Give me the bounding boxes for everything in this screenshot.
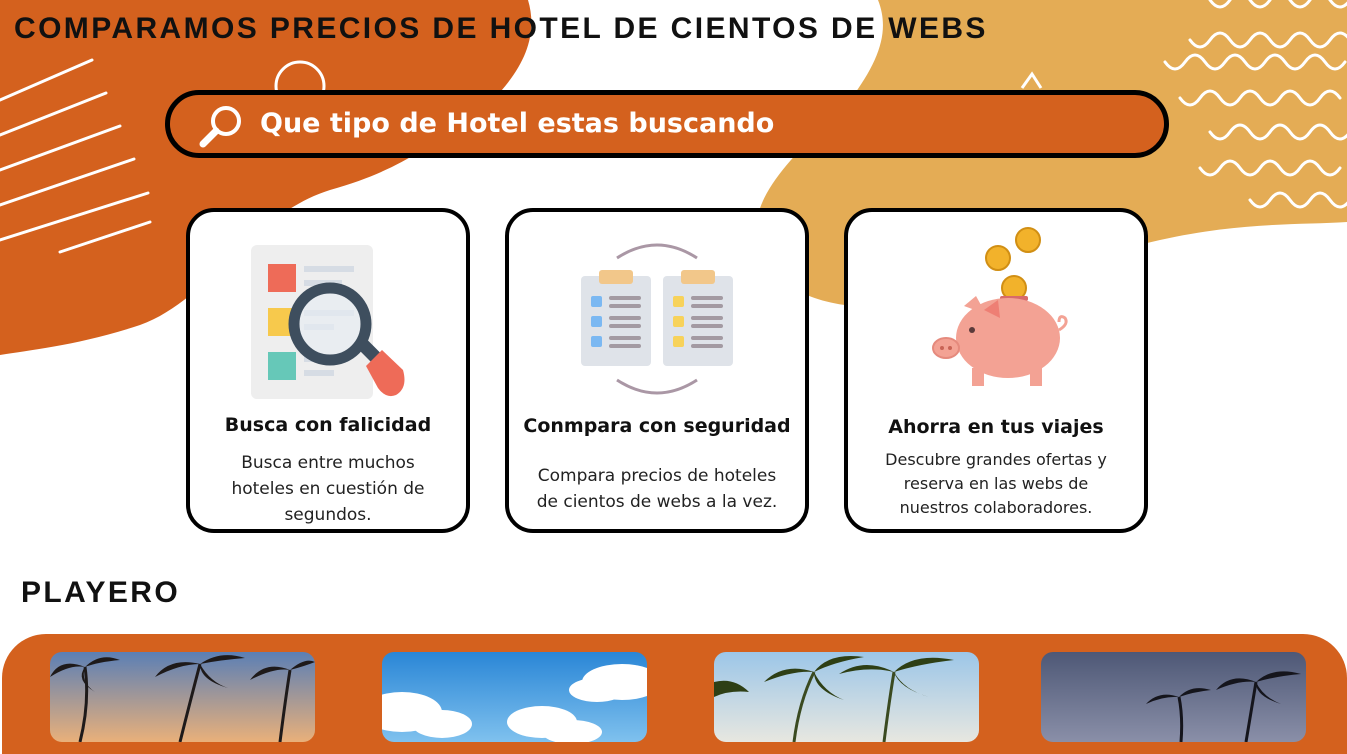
feature-description: Descubre grandes ofertas y reserva en la…: [885, 450, 1107, 517]
hotel-thumbnail[interactable]: [382, 652, 647, 742]
document-search-icon: [251, 245, 405, 399]
hotel-thumbnail[interactable]: [50, 652, 315, 742]
palm-trees-dusk-photo: [1041, 652, 1306, 742]
page-headline: COMPARAMOS PRECIOS DE HOTEL DE CIENTOS D…: [14, 12, 988, 45]
feature-description: Busca entre muchos hoteles en cuestión d…: [231, 453, 425, 525]
palm-trees-sunset-photo: [50, 652, 315, 742]
blue-sky-clouds-photo: [382, 652, 647, 742]
palm-trees-blue-sky-photo: [714, 652, 979, 742]
feature-description: Compara precios de hoteles de cientos de…: [536, 466, 778, 512]
search-placeholder: Que tipo de Hotel estas buscando: [260, 108, 775, 139]
feature-title: Busca con falicidad: [224, 414, 432, 436]
feature-title: Ahorra en tus viajes: [888, 416, 1104, 438]
feature-card-search: Busca con falicidad Busca entre muchos h…: [186, 208, 470, 533]
hotel-thumbnail[interactable]: [714, 652, 979, 742]
hotel-thumbnail[interactable]: [1041, 652, 1306, 742]
feature-title: Conmpara con seguridad: [523, 415, 791, 437]
piggy-bank-icon: [932, 227, 1068, 386]
coin-icon: [985, 227, 1041, 301]
search-bar[interactable]: Que tipo de Hotel estas buscando: [165, 90, 1169, 158]
section-title: PLAYERO: [21, 576, 181, 609]
clipboards-compare-icon: [581, 243, 733, 395]
feature-card-compare: Conmpara con seguridad Compara precios d…: [505, 208, 809, 533]
search-icon: [199, 106, 241, 148]
feature-card-savings: Ahorra en tus viajes Descubre grandes of…: [844, 208, 1148, 533]
